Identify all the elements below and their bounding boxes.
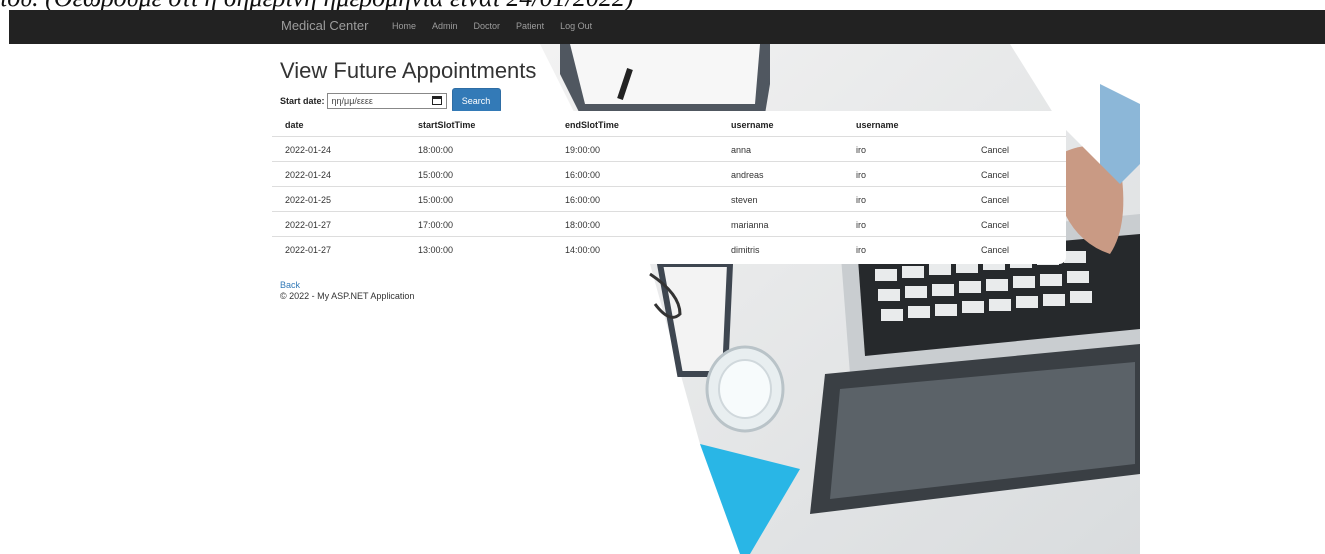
cell-date: 2022-01-27 — [285, 245, 332, 255]
cancel-link[interactable]: Cancel — [981, 245, 1009, 255]
table-row: 2022-01-24 15:00:00 16:00:00 andreas iro… — [272, 161, 1066, 187]
start-date-input[interactable]: ηη/μμ/εεεε — [326, 92, 447, 109]
cell-start-time: 15:00:00 — [418, 170, 454, 180]
document-caption: ιου. (Θεωρουμε οτι η σημερινη ημερομηνια… — [0, 0, 1325, 10]
navbar-brand[interactable]: Medical Center — [281, 18, 368, 33]
cell-patient-username: steven — [731, 195, 758, 205]
cell-patient-username: anna — [731, 145, 752, 155]
cancel-link[interactable]: Cancel — [981, 170, 1009, 180]
cell-start-time: 18:00:00 — [418, 145, 454, 155]
cell-doctor-username: iro — [856, 220, 867, 230]
cell-end-time: 16:00:00 — [565, 170, 601, 180]
cell-end-time: 19:00:00 — [565, 145, 601, 155]
cell-date: 2022-01-25 — [285, 195, 332, 205]
appointments-table: date startSlotTime endSlotTime username … — [272, 111, 1066, 264]
column-header-end-slot-time: endSlotTime — [565, 120, 619, 130]
nav-link-home[interactable]: Home — [392, 21, 416, 31]
search-button[interactable]: Search — [451, 88, 501, 113]
back-link[interactable]: Back — [280, 280, 414, 290]
cell-date: 2022-01-27 — [285, 220, 332, 230]
cell-patient-username: marianna — [731, 220, 769, 230]
cell-patient-username: dimitris — [731, 245, 760, 255]
filter-row: Start date: ηη/μμ/εεεε Search — [280, 88, 501, 113]
cell-doctor-username: iro — [856, 170, 867, 180]
navbar: Medical Center Home Admin Doctor Patient… — [9, 10, 1325, 44]
cell-date: 2022-01-24 — [285, 145, 332, 155]
table-row: 2022-01-24 18:00:00 19:00:00 anna iro Ca… — [272, 136, 1066, 162]
cancel-link[interactable]: Cancel — [981, 220, 1009, 230]
cell-start-time: 15:00:00 — [418, 195, 454, 205]
column-header-start-slot-time: startSlotTime — [418, 120, 476, 130]
nav-link-doctor[interactable]: Doctor — [474, 21, 501, 31]
cell-doctor-username: iro — [856, 245, 867, 255]
cancel-link[interactable]: Cancel — [981, 145, 1009, 155]
nav-link-admin[interactable]: Admin — [432, 21, 458, 31]
cell-start-time: 17:00:00 — [418, 220, 454, 230]
cancel-link[interactable]: Cancel — [981, 195, 1009, 205]
page-title: View Future Appointments — [280, 58, 537, 83]
table-row: 2022-01-25 15:00:00 16:00:00 steven iro … — [272, 186, 1066, 212]
table-row: 2022-01-27 13:00:00 14:00:00 dimitris ir… — [272, 236, 1066, 262]
cell-end-time: 14:00:00 — [565, 245, 601, 255]
cell-patient-username: andreas — [731, 170, 764, 180]
date-placeholder: ηη/μμ/εεεε — [331, 95, 373, 106]
nav-link-patient[interactable]: Patient — [516, 21, 544, 31]
cell-end-time: 16:00:00 — [565, 195, 601, 205]
cell-date: 2022-01-24 — [285, 170, 332, 180]
calendar-icon[interactable] — [431, 96, 442, 105]
footer: Back © 2022 - My ASP.NET Application — [280, 280, 414, 301]
column-header-doctor-username: username — [856, 120, 899, 130]
nav-link-logout[interactable]: Log Out — [560, 21, 592, 31]
cell-doctor-username: iro — [856, 195, 867, 205]
cell-end-time: 18:00:00 — [565, 220, 601, 230]
cell-doctor-username: iro — [856, 145, 867, 155]
copyright-text: © 2022 - My ASP.NET Application — [280, 291, 415, 301]
nav-links: Home Admin Doctor Patient Log Out — [392, 21, 608, 31]
table-row: 2022-01-27 17:00:00 18:00:00 marianna ir… — [272, 211, 1066, 237]
cell-start-time: 13:00:00 — [418, 245, 454, 255]
start-date-label: Start date: — [280, 95, 325, 106]
column-header-patient-username: username — [731, 120, 774, 130]
column-header-date: date — [285, 120, 304, 130]
